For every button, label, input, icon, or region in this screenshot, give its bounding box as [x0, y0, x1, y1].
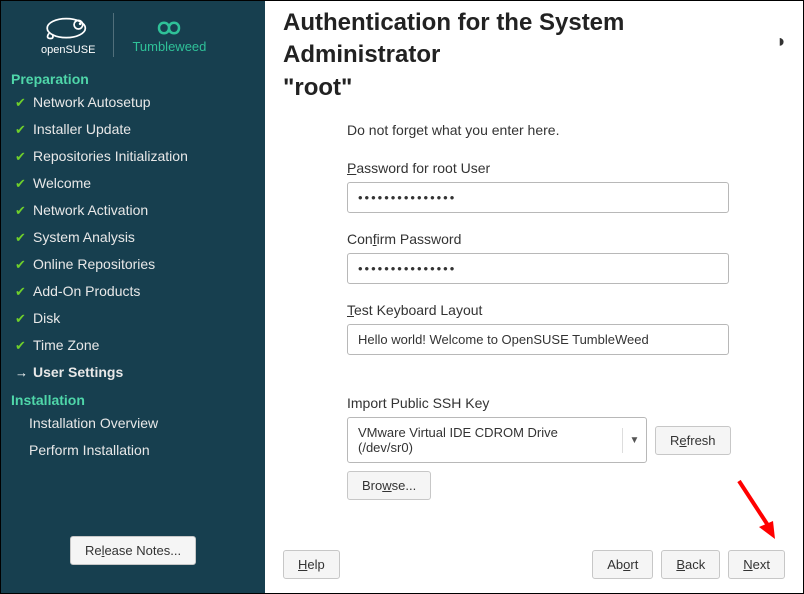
ssh-device-select[interactable]: VMware Virtual IDE CDROM Drive (/dev/sr0… — [347, 417, 647, 463]
nav-item-disk[interactable]: ✔ Disk — [11, 305, 255, 332]
abort-button[interactable]: Abort — [592, 550, 653, 579]
nav-label: Time Zone — [33, 335, 99, 356]
tumbleweed-label: Tumbleweed — [132, 39, 206, 54]
main-content: ◗ Authentication for the System Administ… — [265, 1, 803, 593]
root-password-input[interactable] — [347, 182, 729, 213]
nav-label: Welcome — [33, 173, 91, 194]
title-line1: Authentication for the System Administra… — [283, 9, 624, 68]
nav-item-installation-overview[interactable]: Installation Overview — [11, 410, 255, 437]
logo-divider — [113, 13, 114, 57]
confirm-label: Confirm Password — [347, 231, 785, 247]
opensuse-logo: openSUSE — [41, 14, 95, 56]
nav-item-network-autosetup[interactable]: ✔ Network Autosetup — [11, 89, 255, 116]
sidebar: openSUSE Tumbleweed Preparation ✔ Network… — [1, 1, 265, 593]
check-icon: ✔ — [15, 201, 27, 221]
chevron-down-icon: ▼ — [622, 428, 646, 453]
opensuse-label: openSUSE — [41, 44, 95, 56]
chameleon-icon — [42, 14, 94, 44]
nav-item-network-activation[interactable]: ✔ Network Activation — [11, 197, 255, 224]
footer-bar: Help Abort Back Next — [283, 540, 785, 579]
dark-mode-toggle[interactable]: ◗ — [776, 31, 787, 52]
test-keyboard-input[interactable] — [347, 324, 729, 355]
section-preparation: Preparation — [11, 71, 255, 87]
check-icon: ✔ — [15, 282, 27, 302]
password-label: Password for root User — [347, 160, 785, 176]
nav-label: Disk — [33, 308, 60, 329]
test-keyboard-label: Test Keyboard Layout — [347, 302, 785, 318]
back-button[interactable]: Back — [661, 550, 720, 579]
browse-button[interactable]: Browse... — [347, 471, 431, 500]
nav-item-repositories-init[interactable]: ✔ Repositories Initialization — [11, 143, 255, 170]
tumbleweed-logo: Tumbleweed — [132, 17, 206, 54]
nav-preparation: ✔ Network Autosetup ✔ Installer Update ✔ Re… — [11, 89, 255, 386]
nav-label: Network Autosetup — [33, 92, 151, 113]
check-icon: ✔ — [15, 120, 27, 140]
check-icon: ✔ — [15, 336, 27, 356]
check-icon: ✔ — [15, 255, 27, 275]
refresh-button[interactable]: Refresh — [655, 426, 731, 455]
check-icon: ✔ — [15, 228, 27, 248]
nav-label: User Settings — [33, 362, 123, 383]
nav-item-welcome[interactable]: ✔ Welcome — [11, 170, 255, 197]
check-icon: ✔ — [15, 309, 27, 329]
nav-item-time-zone[interactable]: ✔ Time Zone — [11, 332, 255, 359]
page-title: Authentication for the System Administra… — [283, 7, 785, 104]
nav-label: Network Activation — [33, 200, 148, 221]
check-icon: ✔ — [15, 93, 27, 113]
confirm-password-input[interactable] — [347, 253, 729, 284]
nav-label: Online Repositories — [33, 254, 155, 275]
nav-item-addon-products[interactable]: ✔ Add-On Products — [11, 278, 255, 305]
nav-item-user-settings[interactable]: → User Settings — [11, 359, 255, 386]
nav-item-perform-installation[interactable]: Perform Installation — [11, 437, 255, 464]
nav-installation: Installation Overview Perform Installati… — [11, 410, 255, 464]
next-button[interactable]: Next — [728, 550, 785, 579]
arrow-right-icon: → — [15, 363, 27, 383]
nav-label: Installer Update — [33, 119, 131, 140]
nav-label: System Analysis — [33, 227, 135, 248]
brand-logos: openSUSE Tumbleweed — [11, 9, 255, 65]
nav-label: Installation Overview — [29, 413, 158, 434]
ssh-device-value: VMware Virtual IDE CDROM Drive (/dev/sr0… — [348, 418, 622, 462]
release-notes-button[interactable]: Release Notes... — [70, 536, 196, 565]
nav-label: Repositories Initialization — [33, 146, 188, 167]
nav-label: Perform Installation — [29, 440, 150, 461]
nav-item-installer-update[interactable]: ✔ Installer Update — [11, 116, 255, 143]
help-button[interactable]: Help — [283, 550, 340, 579]
infinity-icon — [149, 17, 189, 39]
form: Do not forget what you enter here. Passw… — [283, 104, 785, 500]
check-icon: ✔ — [15, 174, 27, 194]
title-line2: "root" — [283, 74, 352, 101]
section-installation: Installation — [11, 392, 255, 408]
nav-label: Add-On Products — [33, 281, 140, 302]
nav-item-online-repositories[interactable]: ✔ Online Repositories — [11, 251, 255, 278]
nav-item-system-analysis[interactable]: ✔ System Analysis — [11, 224, 255, 251]
hint-text: Do not forget what you enter here. — [347, 122, 785, 138]
check-icon: ✔ — [15, 147, 27, 167]
ssh-label: Import Public SSH Key — [347, 395, 785, 411]
